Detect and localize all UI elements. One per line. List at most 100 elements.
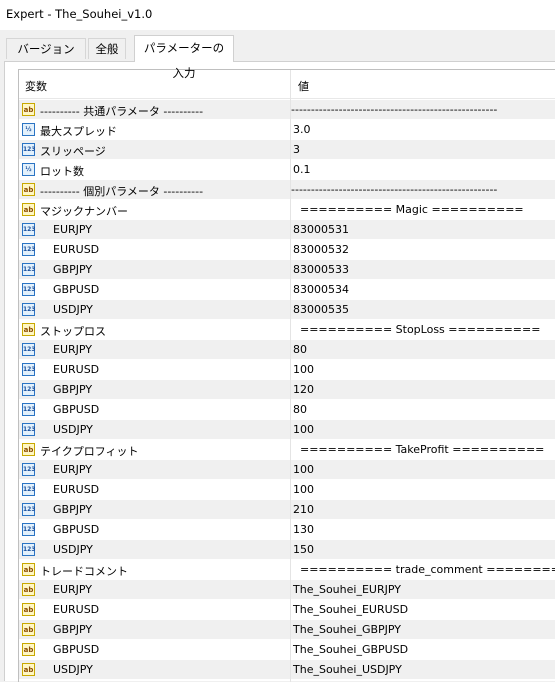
table-row[interactable]: ab EURJPY The_Souhei_EURJPY [19, 579, 555, 599]
table-row[interactable]: ab GBPUSD The_Souhei_GBPUSD [19, 639, 555, 659]
table-row[interactable]: 123 USDJPY 83000535 [19, 299, 555, 319]
parameter-value[interactable]: 3 [293, 143, 300, 156]
tab-general[interactable]: 全般 [88, 38, 126, 59]
parameter-value[interactable]: ========== Magic ========== [293, 203, 524, 216]
parameter-value[interactable]: 130 [293, 523, 314, 536]
table-row[interactable]: 123 EURUSD 100 [19, 479, 555, 499]
string-type-icon: ab [22, 323, 35, 336]
parameter-name: GBPUSD [53, 643, 100, 656]
table-row[interactable]: 123 USDJPY 100 [19, 419, 555, 439]
parameter-name: EURJPY [53, 343, 92, 356]
parameter-value[interactable]: 83000532 [293, 243, 349, 256]
string-type-icon: ab [22, 623, 35, 636]
integer-type-icon: 123 [22, 263, 36, 276]
table-row[interactable]: 123 EURJPY 100 [19, 459, 555, 479]
table-row[interactable]: ab テイクプロフィット ========== TakeProfit ======… [19, 439, 555, 459]
integer-type-icon: 123 [22, 143, 36, 156]
table-row[interactable]: ½ ロット数 0.1 [19, 159, 555, 179]
parameter-value[interactable]: 0.1 [293, 163, 311, 176]
table-row[interactable]: ab ---------- 共通パラメータ ---------- ---------… [19, 99, 555, 119]
parameter-value[interactable]: 3.0 [293, 123, 311, 136]
tab-input-parameters[interactable]: パラメーターの入力 [134, 35, 234, 80]
table-row[interactable]: 123 GBPJPY 83000533 [19, 259, 555, 279]
table-row[interactable]: ab トレードコメント ========== trade_comment ====… [19, 559, 555, 579]
parameter-value[interactable]: 100 [293, 463, 314, 476]
table-row[interactable]: ab ---------- 個別パラメータ ---------- ---------… [19, 179, 555, 199]
parameter-name: GBPUSD [53, 523, 100, 536]
table-row[interactable]: 123 EURJPY 83000531 [19, 219, 555, 239]
parameter-value[interactable]: 83000535 [293, 303, 349, 316]
parameter-value[interactable]: 120 [293, 383, 314, 396]
integer-type-icon: 123 [22, 423, 36, 436]
parameter-name: テイクプロフィット [40, 445, 139, 458]
table-row[interactable]: 123 スリッページ 3 [19, 139, 555, 159]
table-row[interactable]: 123 EURUSD 100 [19, 359, 555, 379]
parameter-name: USDJPY [53, 423, 93, 436]
parameter-value[interactable]: ========== StopLoss ========== [293, 323, 540, 336]
parameter-value[interactable]: 210 [293, 503, 314, 516]
integer-type-icon: 123 [22, 543, 36, 556]
table-row[interactable]: ½ 最大スプレッド 3.0 [19, 119, 555, 139]
parameter-name: ---------- 個別パラメータ ---------- [40, 185, 204, 198]
string-type-icon: ab [22, 563, 35, 576]
parameter-value[interactable]: 83000533 [293, 263, 349, 276]
parameter-value[interactable]: The_Souhei_EURUSD [293, 603, 408, 616]
string-type-icon: ab [22, 643, 35, 656]
parameter-value[interactable]: 100 [293, 423, 314, 436]
table-row[interactable]: 123 GBPUSD 130 [19, 519, 555, 539]
parameter-value[interactable]: 150 [293, 543, 314, 556]
parameter-value[interactable]: The_Souhei_EURJPY [293, 583, 401, 596]
parameters-panel: 変数 値 ab ---------- 共通パラメータ ---------- ----… [4, 61, 555, 682]
table-row[interactable]: ab USDJPY The_Souhei_USDJPY [19, 659, 555, 679]
parameter-value[interactable]: ----------------------------------------… [291, 103, 497, 116]
integer-type-icon: 123 [22, 363, 36, 376]
string-type-icon: ab [22, 103, 35, 116]
parameter-value[interactable]: The_Souhei_USDJPY [293, 663, 402, 676]
integer-type-icon: 123 [22, 483, 36, 496]
column-header-value[interactable]: 値 [298, 78, 309, 94]
integer-type-icon: 123 [22, 343, 36, 356]
string-type-icon: ab [22, 203, 35, 216]
parameter-name: GBPUSD [53, 403, 100, 416]
grid-rows: ab ---------- 共通パラメータ ---------- ---------… [19, 99, 555, 679]
parameter-name: ストップロス [40, 325, 106, 338]
table-row[interactable]: 123 GBPJPY 120 [19, 379, 555, 399]
table-row[interactable]: 123 GBPUSD 83000534 [19, 279, 555, 299]
parameter-value[interactable]: 83000531 [293, 223, 349, 236]
parameter-name: USDJPY [53, 543, 93, 556]
integer-type-icon: 123 [22, 223, 36, 236]
parameter-value[interactable]: The_Souhei_GBPUSD [293, 643, 408, 656]
column-divider[interactable] [290, 70, 291, 682]
parameter-name: EURJPY [53, 463, 92, 476]
table-row[interactable]: 123 GBPUSD 80 [19, 399, 555, 419]
integer-type-icon: 123 [22, 383, 36, 396]
column-header-variable[interactable]: 変数 [25, 78, 47, 94]
table-row[interactable]: 123 USDJPY 150 [19, 539, 555, 559]
table-row[interactable]: 123 GBPJPY 210 [19, 499, 555, 519]
double-type-icon: ½ [22, 163, 35, 176]
parameter-value[interactable]: 80 [293, 343, 307, 356]
tab-version-info[interactable]: バージョン情報 [6, 38, 86, 77]
parameter-name: スリッページ [40, 145, 106, 158]
table-row[interactable]: ab GBPJPY The_Souhei_GBPJPY [19, 619, 555, 639]
parameter-value[interactable]: ========== TakeProfit ========== [293, 443, 544, 456]
parameter-value[interactable]: 80 [293, 403, 307, 416]
table-row[interactable]: ab ストップロス ========== StopLoss ========== [19, 319, 555, 339]
integer-type-icon: 123 [22, 243, 36, 256]
parameter-value[interactable]: 83000534 [293, 283, 349, 296]
table-row[interactable]: ab EURUSD The_Souhei_EURUSD [19, 599, 555, 619]
parameter-name: GBPJPY [53, 263, 93, 276]
grid-header: 変数 値 [19, 70, 555, 99]
table-row[interactable]: 123 EURUSD 83000532 [19, 239, 555, 259]
parameter-value[interactable]: ----------------------------------------… [291, 183, 497, 196]
table-row[interactable]: 123 EURJPY 80 [19, 339, 555, 359]
window-title: Expert - The_Souhei_v1.0 [6, 7, 153, 21]
integer-type-icon: 123 [22, 503, 36, 516]
parameter-value[interactable]: The_Souhei_GBPJPY [293, 623, 401, 636]
parameter-value[interactable]: 100 [293, 363, 314, 376]
parameter-value[interactable]: ========== trade_comment ========== [293, 563, 555, 576]
table-row[interactable]: ab マジックナンバー ========== Magic ========== [19, 199, 555, 219]
parameter-value[interactable]: 100 [293, 483, 314, 496]
tab-bar: バージョン情報 全般 パラメーターの入力 [0, 30, 555, 80]
string-type-icon: ab [22, 583, 35, 596]
